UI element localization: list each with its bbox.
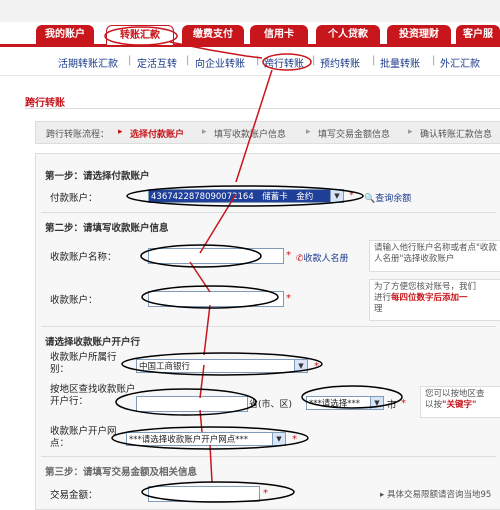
annotation-arrow: [199, 193, 237, 254]
annotation-ellipse: [301, 385, 403, 409]
annotation-arrow: [199, 364, 205, 399]
annotation-arrow: [169, 41, 263, 59]
annotation-ellipse: [121, 352, 323, 376]
annotation-ellipse: [104, 26, 178, 46]
annotation-arrow: [235, 69, 273, 183]
annotation-ellipse: [126, 185, 364, 207]
annotation-arrow: [203, 304, 211, 356]
annotation-arrow: [209, 444, 213, 483]
annotation-ellipse: [115, 388, 257, 416]
annotation-ellipse: [141, 481, 295, 503]
annotation-overlay: [104, 26, 403, 503]
annotation-arrow: [199, 409, 203, 433]
annotation-ellipse: [262, 53, 312, 71]
annotation-ellipse: [141, 285, 279, 309]
annotation-ellipse: [140, 244, 262, 268]
